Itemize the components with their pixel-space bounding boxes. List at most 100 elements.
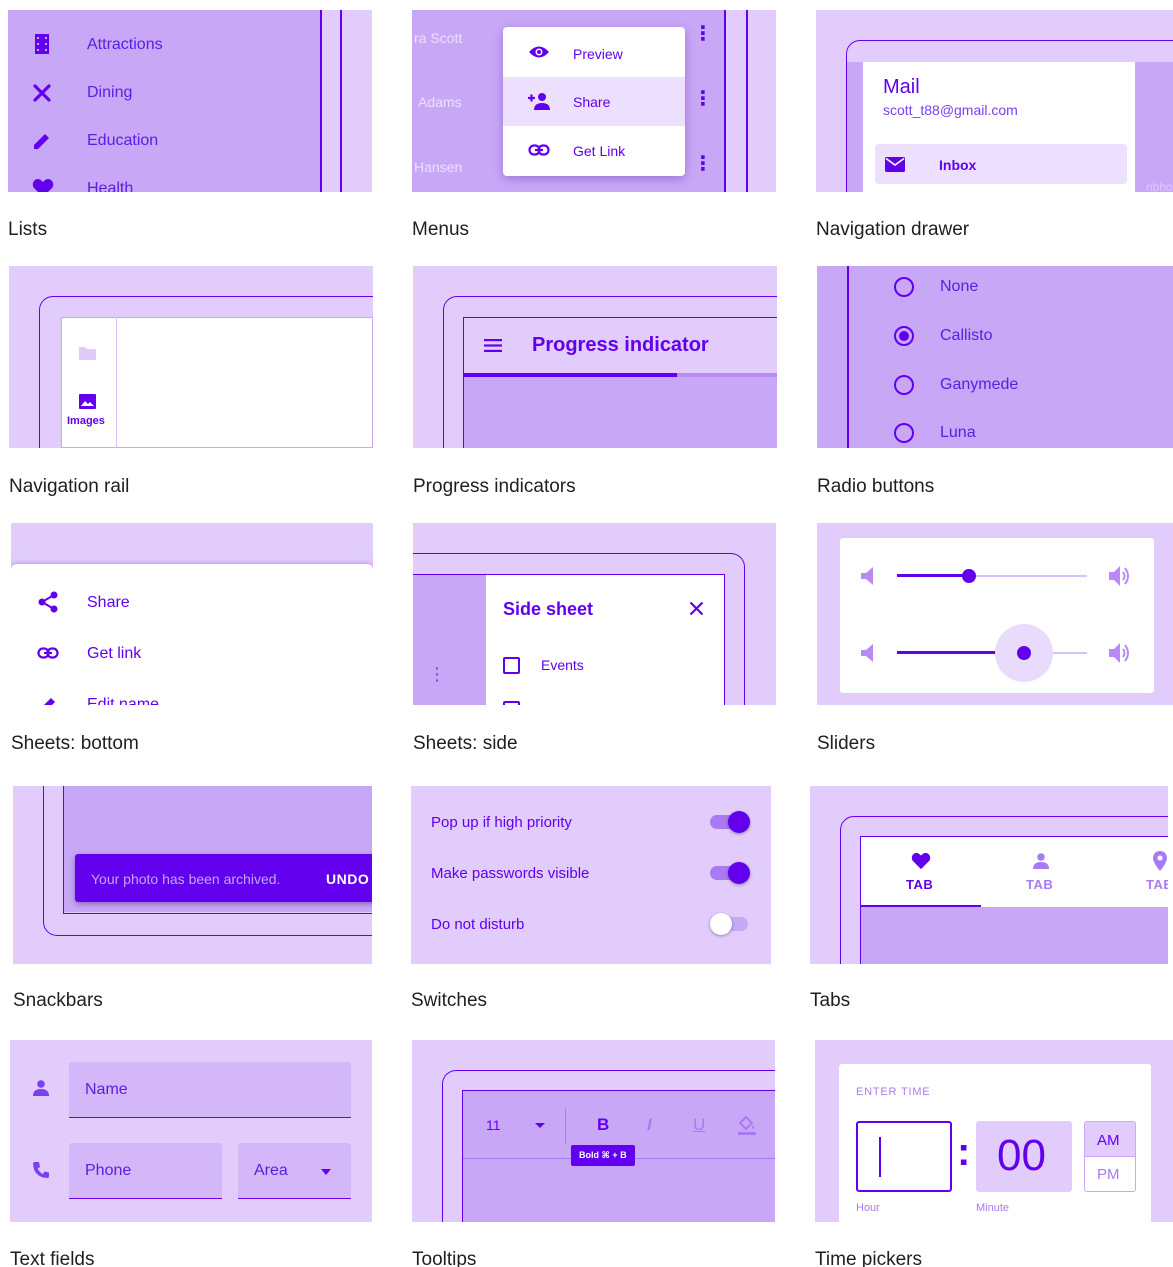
caption-sliders[interactable]: Sliders [817,734,875,753]
card-navigation-rail[interactable]: Images [9,266,373,448]
sheet-item-share[interactable]: Share [11,582,373,622]
heart-icon [32,179,54,192]
more-vert-icon[interactable]: ⋮ [693,24,713,44]
caption-tooltips[interactable]: Tooltips [412,1250,476,1267]
list-item-label[interactable]: Attractions [87,36,163,54]
card-sheets-side[interactable]: ⋮ Side sheet Events [413,523,776,705]
card-menus[interactable]: ra Scott Adams Hansen ⋮ ⋮ ⋮ Preview Shar… [412,10,776,192]
caption-navigation-rail[interactable]: Navigation rail [9,477,129,496]
tab-label: TAB [1026,877,1054,892]
switch-thumb [728,811,750,833]
caption-lists[interactable]: Lists [8,220,47,239]
card-navigation-drawer[interactable]: Mail scott_t88@gmail.com Inbox nbhor [816,10,1173,192]
dropdown-arrow-icon[interactable] [535,1123,545,1128]
tab-label: TAB [906,877,934,892]
menu-item-label: Get Link [573,143,626,159]
snackbar-action-undo[interactable]: UNDO [326,871,369,887]
caption-navigation-drawer[interactable]: Navigation drawer [816,220,969,239]
divider [340,10,342,192]
caption-snackbars[interactable]: Snackbars [13,991,103,1010]
location-icon [1153,851,1167,871]
divider [724,10,726,192]
list-item-label[interactable]: Dining [87,84,132,102]
name-field[interactable]: Name [69,1062,351,1118]
font-size-value: 11 [486,1117,501,1133]
card-switches[interactable]: Pop up if high priority Make passwords v… [411,786,771,964]
am-label: AM [1097,1132,1120,1149]
italic-button[interactable]: I [647,1115,652,1135]
radio-label: None [940,278,979,295]
phone-field[interactable]: Phone [69,1143,222,1199]
caption-text-fields[interactable]: Text fields [10,1250,94,1267]
switch-toggle[interactable] [710,810,750,834]
hour-input[interactable] [856,1121,952,1192]
image-icon[interactable] [79,394,96,409]
caption-radio-buttons[interactable]: Radio buttons [817,477,934,496]
person-icon [1033,853,1049,869]
rail-item-label[interactable]: Images [67,415,105,427]
minute-input[interactable]: 00 [976,1121,1072,1192]
caption-progress-indicators[interactable]: Progress indicators [413,477,576,496]
bold-button[interactable]: B [597,1115,609,1135]
sheet-item-get-link[interactable]: Get link [11,633,373,673]
underline-button[interactable]: U [693,1115,705,1135]
checkbox[interactable] [503,701,520,705]
card-text-fields[interactable]: Name Phone Area [10,1040,372,1222]
card-tabs[interactable]: TAB TAB TAB [810,786,1168,964]
caption-tabs[interactable]: Tabs [810,991,850,1010]
drawer-item-inbox[interactable]: Inbox [875,144,1127,184]
area-select[interactable]: Area [238,1143,351,1199]
pm-button[interactable]: PM [1085,1157,1135,1191]
caption-sheets-bottom[interactable]: Sheets: bottom [11,734,139,753]
sheet-item-label: Share [87,594,130,611]
radio-label: Ganymede [940,376,1019,393]
card-lists[interactable]: Attractions Dining Education Health [8,10,372,192]
tab-favorites[interactable]: TAB [861,837,981,907]
tab-person[interactable]: TAB [981,837,1101,907]
caption-time-pickers[interactable]: Time pickers [815,1250,922,1267]
radio-selected-icon [894,326,914,346]
card-radio-buttons[interactable]: None Callisto Ganymede Luna [817,266,1173,448]
folder-icon[interactable] [79,346,96,360]
more-vert-icon[interactable]: ⋮ [693,89,713,109]
caption-menus[interactable]: Menus [412,220,469,239]
app-bar-title: Progress indicator [532,334,709,356]
hour-label: Hour [856,1202,880,1214]
fill-color-icon[interactable] [737,1115,757,1135]
field-label: Name [85,1081,128,1098]
card-progress-indicators[interactable]: Progress indicator [413,266,777,448]
list-item-label[interactable]: Health [87,180,133,192]
time-picker-header: ENTER TIME [856,1086,931,1098]
list-item-label[interactable]: Education [87,132,158,150]
menu-item-get-link[interactable]: Get Link [503,126,685,176]
card-snackbars[interactable]: Your photo has been archived. UNDO [13,786,372,964]
card-tooltips[interactable]: 11 B I U Bold ⌘ + B [412,1040,775,1222]
switch-toggle[interactable] [710,912,750,936]
film-icon [35,34,49,54]
time-picker-dialog: ENTER TIME : 00 AM PM Hour Minute [839,1064,1151,1222]
close-icon[interactable] [689,601,704,616]
more-vert-icon[interactable]: ⋮ [693,154,713,174]
sheet-item-edit-name[interactable]: Edit name [11,684,373,705]
checkbox-events[interactable] [503,657,520,674]
side-sheet-panel: Side sheet Events [486,575,724,705]
pencil-icon [44,698,55,705]
menu-item-share[interactable]: Share [503,77,685,126]
caption-switches[interactable]: Switches [411,991,487,1010]
menu-icon[interactable] [484,339,502,352]
time-separator: : [957,1130,971,1174]
background-text: nbhor [1146,180,1173,192]
share-icon [38,591,58,613]
card-time-pickers[interactable]: ENTER TIME : 00 AM PM Hour Minute [815,1040,1173,1222]
radio-label: Callisto [940,327,993,344]
tab-label: TAB [1146,877,1168,892]
card-sheets-bottom[interactable]: Share Get link Edit name [11,523,373,705]
caption-sheets-side[interactable]: Sheets: side [413,734,518,753]
card-sliders[interactable] [817,523,1173,705]
tab-location[interactable]: TAB [1101,837,1168,907]
radio-label: Luna [940,424,976,441]
switch-toggle[interactable] [710,861,750,885]
am-button[interactable]: AM [1085,1122,1135,1157]
menu-item-preview[interactable]: Preview [503,27,685,77]
more-vert-icon[interactable]: ⋮ [428,665,446,683]
